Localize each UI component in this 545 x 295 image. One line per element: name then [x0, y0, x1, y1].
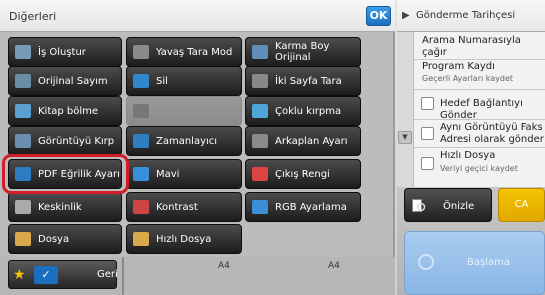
back-button[interactable]: Geri: [97, 269, 118, 280]
rgb-adjust-icon: [252, 200, 268, 214]
sharpness-icon: [15, 200, 31, 214]
scroll-down-arrow-icon[interactable]: ▼: [398, 131, 412, 144]
two-page-scan-icon: [252, 74, 268, 88]
clear-all-button[interactable]: CA: [498, 188, 545, 222]
start-icon: [418, 254, 434, 270]
function-button-file[interactable]: Dosya: [8, 224, 122, 254]
start-button[interactable]: Başlama: [404, 231, 545, 295]
function-button-image-crop[interactable]: Görüntüyü Kırp: [8, 126, 122, 156]
original-count-icon: [15, 74, 31, 88]
function-button-label: Görüntüyü Kırp: [38, 135, 115, 147]
function-button-label: İki Sayfa Tara: [275, 75, 342, 87]
screen: Diğerleri OK İş Oluştur Yavaş Tara Mod Kar…: [0, 0, 545, 295]
blue-icon: [133, 167, 149, 181]
divider: [414, 89, 545, 90]
function-button-label: Kontrast: [156, 201, 198, 213]
function-button-label: Kitap bölme: [38, 105, 99, 117]
function-button-multi-crop[interactable]: Çoklu kırpma: [245, 96, 361, 126]
function-button-label: Keskinlik: [38, 201, 82, 213]
preview-icon: [412, 199, 426, 212]
program-register-subtext: Geçerli Ayarları kaydet: [422, 74, 514, 83]
function-button-rgb-adjust[interactable]: RGB Ayarlama: [245, 192, 361, 222]
divider: [414, 59, 545, 60]
function-button-erase[interactable]: Sil: [126, 66, 242, 96]
preview-label: Önizle: [443, 201, 475, 212]
function-button-contrast[interactable]: Kontrast: [126, 192, 242, 222]
sending-history-tab[interactable]: ▶ Gönderme Tarihçesi: [397, 0, 545, 32]
function-button-label: Orijinal Sayım: [38, 75, 108, 87]
blank-icon: [133, 104, 149, 118]
timer-icon: [133, 134, 149, 148]
star-icon[interactable]: ★: [13, 267, 29, 283]
function-button-output-color[interactable]: Çıkış Rengi: [245, 159, 361, 189]
function-button-label: İş Oluştur: [38, 46, 86, 58]
function-button-blank: [126, 96, 242, 126]
selection-highlight: [2, 154, 129, 194]
quick-file-subtext: Veriyi geçici kaydet: [440, 164, 518, 173]
book-divide-icon: [15, 104, 31, 118]
function-button-label: Sil: [156, 75, 168, 87]
function-button-label: RGB Ayarlama: [275, 201, 347, 213]
start-label: Başlama: [467, 257, 510, 268]
function-button-quick-file[interactable]: Hızlı Dosya: [126, 224, 242, 254]
file-icon: [15, 232, 31, 246]
output-color-icon: [252, 167, 268, 181]
divider: [414, 119, 545, 120]
function-button-two-page-scan[interactable]: İki Sayfa Tara: [245, 66, 361, 96]
action-list: Arama Numarasıyla çağır Program Kaydı Ge…: [414, 32, 545, 187]
function-button-original-count[interactable]: Orijinal Sayım: [8, 66, 122, 96]
expand-arrow-icon[interactable]: ▶: [402, 10, 410, 21]
sending-history-label: Gönderme Tarihçesi: [416, 10, 516, 21]
function-button-job-build[interactable]: İş Oluştur: [8, 37, 122, 67]
program-register-item[interactable]: Program Kaydı: [422, 61, 495, 73]
function-button-label: Yavaş Tara Mod: [156, 46, 233, 58]
checkmark-icon[interactable]: ✓: [34, 266, 58, 284]
panel-title-bar: Diğerleri OK: [0, 0, 395, 32]
panel-title: Diğerleri: [9, 10, 57, 23]
function-button-slow-scan[interactable]: Yavaş Tara Mod: [126, 37, 242, 67]
bottom-left-group: ★ ✓ Geri: [8, 260, 118, 289]
function-button-label: Hızlı Dosya: [156, 233, 212, 245]
background-icon: [252, 134, 268, 148]
list-scrollbar[interactable]: [397, 32, 414, 187]
divider: [122, 257, 124, 295]
same-image-fax-checkbox[interactable]: [421, 127, 434, 140]
function-button-mixed-size[interactable]: Karma Boy Orijinal: [245, 37, 361, 67]
function-button-background[interactable]: Arkaplan Ayarı: [245, 126, 361, 156]
quick-file-checkbox[interactable]: [421, 157, 434, 170]
erase-icon: [133, 74, 149, 88]
function-button-timer[interactable]: Zamanlayıcı: [126, 126, 242, 156]
paper-size-left: A4: [218, 261, 230, 271]
function-button-label: Arkaplan Ayarı: [275, 135, 348, 147]
slow-scan-icon: [133, 45, 149, 59]
divider: [414, 147, 545, 148]
job-build-icon: [15, 45, 31, 59]
preview-button[interactable]: Önizle: [404, 188, 492, 222]
function-button-label: Karma Boy Orijinal: [275, 41, 330, 63]
function-button-book-divide[interactable]: Kitap bölme: [8, 96, 122, 126]
multi-crop-icon: [252, 104, 268, 118]
image-crop-icon: [15, 134, 31, 148]
function-button-label: Çıkış Rengi: [275, 168, 330, 180]
function-button-sharpness[interactable]: Keskinlik: [8, 192, 122, 222]
function-button-label: Zamanlayıcı: [156, 135, 218, 147]
same-image-fax-item[interactable]: Aynı Görüntüyü Faks Adresi olarak gönder: [440, 122, 545, 146]
link-dest-checkbox[interactable]: [421, 97, 434, 110]
ok-button[interactable]: OK: [366, 6, 391, 26]
function-button-label: Mavi: [156, 168, 180, 180]
quick-file-item[interactable]: Hızlı Dosya: [440, 150, 495, 162]
other-functions-panel: Diğerleri OK İş Oluştur Yavaş Tara Mod Kar…: [0, 0, 395, 295]
paper-size-right: A4: [328, 261, 340, 271]
function-button-blue[interactable]: Mavi: [126, 159, 242, 189]
quick-file-icon: [133, 232, 149, 246]
function-button-label: Çoklu kırpma: [275, 105, 342, 117]
function-button-label: Dosya: [38, 233, 70, 245]
mixed-size-icon: [252, 45, 268, 59]
call-by-search-number-item[interactable]: Arama Numarasıyla çağır: [422, 35, 542, 59]
contrast-icon: [133, 200, 149, 214]
